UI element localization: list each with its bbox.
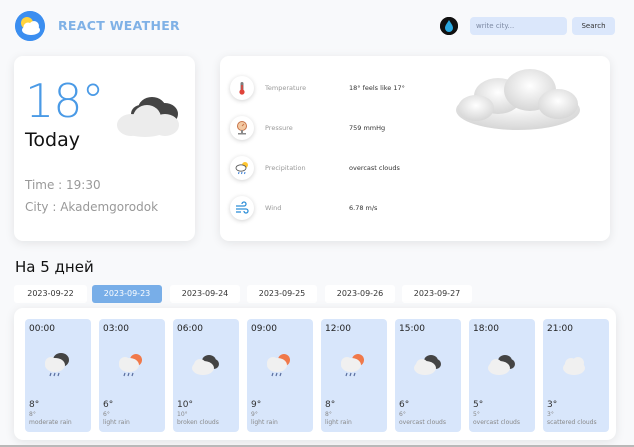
hour-feels: 8° (29, 411, 36, 418)
cloud-icon (107, 87, 197, 146)
hour-feels: 8° (325, 411, 332, 418)
tab-day[interactable]: 2023-09-24 (170, 285, 240, 303)
forecast-card: 00:00 8° 8° moderate rain 03:00 6° 6° li… (14, 308, 616, 440)
hour-time: 18:00 (473, 324, 499, 334)
forecast-title: На 5 дней (15, 258, 94, 276)
tab-day-active[interactable]: 2023-09-23 (92, 285, 162, 303)
detail-label: Precipitation (265, 164, 306, 172)
current-time: Time : 19:30 (25, 178, 101, 192)
search-button[interactable]: Search (572, 17, 615, 35)
hour-time: 06:00 (177, 324, 203, 334)
sun-rain-icon (263, 349, 295, 385)
hour-desc: overcast clouds (473, 419, 520, 426)
hour-card[interactable]: 03:00 6° 6° light rain (99, 319, 165, 432)
sun-rain-icon (337, 349, 369, 385)
hour-desc: light rain (251, 419, 278, 426)
hour-card[interactable]: 12:00 8° 8° light rain (321, 319, 387, 432)
overcast-clouds-icon (485, 349, 517, 385)
search-input[interactable] (470, 17, 567, 35)
detail-value: 759 mmHg (349, 124, 386, 132)
hour-desc: moderate rain (29, 419, 72, 426)
brand-title: REACT WEATHER (58, 18, 180, 33)
today-label: Today (25, 129, 80, 151)
hour-time: 03:00 (103, 324, 129, 334)
tab-day[interactable]: 2023-09-26 (325, 285, 395, 303)
pressure-icon (230, 116, 254, 140)
rain-cloud-icon (41, 349, 73, 385)
hour-card[interactable]: 18:00 5° 5° overcast clouds (469, 319, 535, 432)
detail-wind: Wind 6.78 m/s (230, 196, 490, 222)
detail-label: Temperature (265, 84, 307, 92)
hour-time: 21:00 (547, 324, 573, 334)
hour-time: 09:00 (251, 324, 277, 334)
header: REACT WEATHER Search (0, 0, 634, 52)
hour-feels: 9° (251, 411, 258, 418)
hour-feels: 5° (473, 411, 480, 418)
hour-time: 15:00 (399, 324, 425, 334)
hour-card[interactable]: 06:00 10° 10° broken clouds (173, 319, 239, 432)
hour-desc: light rain (325, 419, 352, 426)
hour-temp: 6° (103, 400, 114, 410)
hour-temp: 6° (399, 400, 410, 410)
detail-value: 6.78 m/s (349, 204, 378, 212)
hour-temp: 9° (251, 400, 262, 410)
hour-card[interactable]: 09:00 9° 9° light rain (247, 319, 313, 432)
tab-day[interactable]: 2023-09-25 (247, 285, 317, 303)
water-drop-icon[interactable] (440, 17, 458, 35)
hour-time: 00:00 (29, 324, 55, 334)
hour-feels: 10° (177, 411, 188, 418)
detail-precipitation: Precipitation overcast clouds (230, 156, 490, 182)
hour-time: 12:00 (325, 324, 351, 334)
hour-temp: 3° (547, 400, 558, 410)
hour-temp: 8° (29, 400, 40, 410)
hour-temp: 10° (177, 400, 193, 410)
hour-desc: broken clouds (177, 419, 219, 426)
detail-label: Pressure (265, 124, 293, 132)
tab-day[interactable]: 2023-09-27 (402, 285, 472, 303)
details-card: Temperature 18° feels like 17° Pressure … (220, 56, 610, 241)
hour-desc: scattered clouds (547, 419, 597, 426)
detail-value: 18° feels like 17° (349, 84, 405, 92)
current-city: City : Akademgorodok (25, 200, 159, 214)
sun-cloud-icon[interactable] (15, 11, 45, 41)
hour-card[interactable]: 00:00 8° 8° moderate rain (25, 319, 91, 432)
broken-clouds-icon (189, 349, 221, 385)
hour-feels: 6° (399, 411, 406, 418)
hour-card[interactable]: 21:00 3° 3° scattered clouds (543, 319, 609, 432)
thermometer-icon (230, 76, 254, 100)
cloud-icon (448, 60, 588, 144)
hour-feels: 3° (547, 411, 554, 418)
sun-rain-icon (115, 349, 147, 385)
hour-temp: 5° (473, 400, 484, 410)
hour-desc: light rain (103, 419, 130, 426)
cloud-icon (559, 349, 591, 385)
current-temperature: 18° (25, 74, 105, 128)
wind-icon (230, 196, 254, 220)
hour-feels: 6° (103, 411, 110, 418)
tab-day[interactable]: 2023-09-22 (14, 285, 87, 303)
hour-desc: overcast clouds (399, 419, 446, 426)
hour-temp: 8° (325, 400, 336, 410)
hour-card[interactable]: 15:00 6° 6° overcast clouds (395, 319, 461, 432)
precipitation-icon (230, 156, 254, 180)
detail-label: Wind (265, 204, 282, 212)
detail-value: overcast clouds (349, 164, 400, 172)
overcast-clouds-icon (411, 349, 443, 385)
today-card: 18° Today Time : 19:30 City : Akademgoro… (14, 56, 195, 241)
day-tabs: 2023-09-22 2023-09-23 2023-09-24 2023-09… (14, 285, 484, 303)
